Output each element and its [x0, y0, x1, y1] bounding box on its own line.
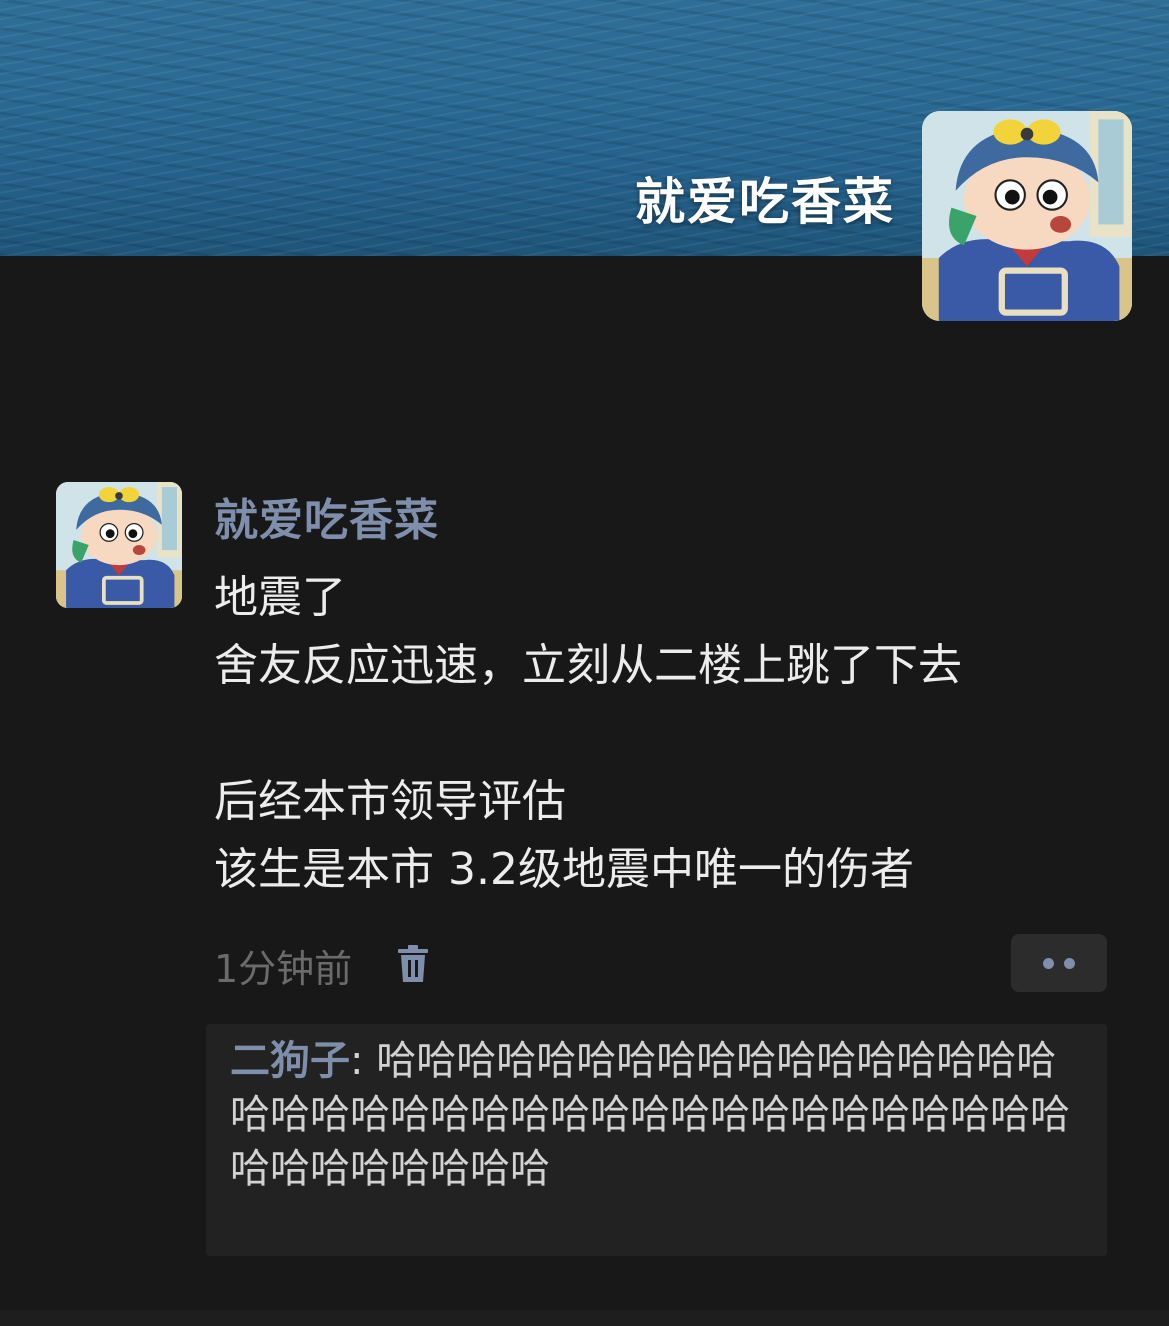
- post-author-name[interactable]: 就爱吃香菜: [214, 484, 439, 548]
- post-author-avatar[interactable]: [56, 482, 182, 608]
- comment-item[interactable]: 二狗子: 哈哈哈哈哈哈哈哈哈哈哈哈哈哈哈哈哈哈哈哈哈哈哈哈哈哈哈哈哈哈哈哈哈哈哈…: [230, 1034, 1090, 1196]
- two-dots-more-icon: [1043, 958, 1054, 969]
- post-text-line: 地震了: [214, 572, 346, 623]
- two-dots-more-icon: [1064, 958, 1075, 969]
- cartoon-boy-avatar-icon: [922, 111, 1132, 321]
- post-text-line: 后经本市领导评估: [214, 776, 566, 827]
- comment-username[interactable]: 二狗子: [230, 1038, 350, 1084]
- post-text-line: 舍友反应迅速，立刻从二楼上跳了下去: [214, 640, 962, 691]
- post-timestamp: 1分钟前: [214, 947, 353, 991]
- more-actions-button[interactable]: [1011, 934, 1107, 992]
- post-text-line: 该生是本市 3.2级地震中唯一的伤者: [214, 844, 914, 895]
- profile-avatar[interactable]: [922, 111, 1132, 321]
- cartoon-boy-avatar-icon: [56, 482, 182, 608]
- post-text-line: [214, 700, 1134, 768]
- moments-page: 就爱吃香菜 就爱吃香菜 地震了 舍友反应迅速，立刻从二楼上跳了下去 后经本市领导…: [0, 0, 1169, 1326]
- bottom-divider: [0, 1310, 1169, 1326]
- trash-icon[interactable]: [396, 944, 430, 984]
- post-content: 地震了 舍友反应迅速，立刻从二楼上跳了下去 后经本市领导评估 该生是本市 3.2…: [214, 564, 1134, 904]
- comment-separator: :: [350, 1038, 377, 1084]
- comments-section: 二狗子: 哈哈哈哈哈哈哈哈哈哈哈哈哈哈哈哈哈哈哈哈哈哈哈哈哈哈哈哈哈哈哈哈哈哈哈…: [206, 1024, 1107, 1256]
- profile-name[interactable]: 就爱吃香菜: [635, 162, 895, 234]
